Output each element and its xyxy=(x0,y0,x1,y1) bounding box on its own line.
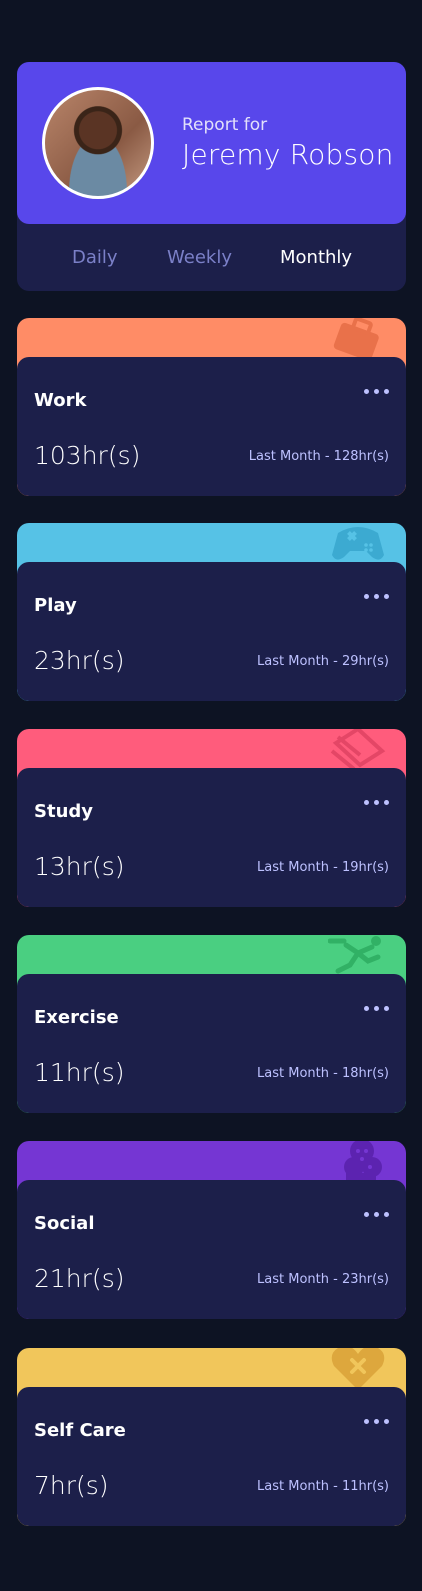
activity-title: Work xyxy=(34,390,87,411)
profile-card: Report for Jeremy Robson Daily Weekly Mo… xyxy=(17,62,406,291)
activity-title: Social xyxy=(34,1213,95,1234)
previous-hours: Last Month - 128hr(s) xyxy=(248,449,389,464)
previous-hours: Last Month - 11hr(s) xyxy=(257,1479,389,1494)
activity-card-self-care: Self Care 7hr(s) Last Month - 11hr(s) xyxy=(17,1348,406,1526)
previous-hours: Last Month - 23hr(s) xyxy=(257,1272,389,1287)
activity-card-work: Work 103hr(s) Last Month - 128hr(s) xyxy=(17,318,406,496)
ellipsis-icon[interactable] xyxy=(364,385,389,397)
ellipsis-icon[interactable] xyxy=(364,1415,389,1427)
tab-monthly[interactable]: Monthly xyxy=(280,247,352,268)
timeframe-tabs: Daily Weekly Monthly xyxy=(17,224,406,291)
activity-body[interactable]: Self Care 7hr(s) Last Month - 11hr(s) xyxy=(17,1387,406,1526)
activity-card-social: Social 21hr(s) Last Month - 23hr(s) xyxy=(17,1141,406,1319)
ellipsis-icon[interactable] xyxy=(364,1208,389,1220)
books-icon xyxy=(330,729,386,771)
previous-hours: Last Month - 29hr(s) xyxy=(257,654,389,669)
profile-header: Report for Jeremy Robson xyxy=(17,62,406,224)
ellipsis-icon[interactable] xyxy=(364,1002,389,1014)
activity-body[interactable]: Exercise 11hr(s) Last Month - 18hr(s) xyxy=(17,974,406,1113)
report-for-label: Report for xyxy=(182,115,268,135)
running-icon xyxy=(328,936,381,974)
chat-icon xyxy=(344,1141,382,1183)
gamepad-icon xyxy=(332,527,384,560)
briefcase-icon xyxy=(333,318,379,360)
current-hours: 11hr(s) xyxy=(34,1058,125,1087)
activity-body[interactable]: Play 23hr(s) Last Month - 29hr(s) xyxy=(17,562,406,701)
ellipsis-icon[interactable] xyxy=(364,590,389,602)
activity-title: Self Care xyxy=(34,1420,126,1441)
previous-hours: Last Month - 19hr(s) xyxy=(257,860,389,875)
ellipsis-icon[interactable] xyxy=(364,796,389,808)
activity-card-play: Play 23hr(s) Last Month - 29hr(s) xyxy=(17,523,406,701)
activity-body[interactable]: Work 103hr(s) Last Month - 128hr(s) xyxy=(17,357,406,496)
current-hours: 103hr(s) xyxy=(34,441,141,470)
tab-weekly[interactable]: Weekly xyxy=(167,247,280,268)
user-name: Jeremy Robson xyxy=(182,138,394,171)
tab-daily[interactable]: Daily xyxy=(72,247,167,268)
current-hours: 13hr(s) xyxy=(34,852,125,881)
heart-icon xyxy=(331,1348,385,1390)
activity-body[interactable]: Study 13hr(s) Last Month - 19hr(s) xyxy=(17,768,406,907)
activity-title: Exercise xyxy=(34,1007,119,1028)
activity-title: Study xyxy=(34,801,94,822)
report-text: Report for Jeremy Robson xyxy=(182,114,394,172)
activity-card-exercise: Exercise 11hr(s) Last Month - 18hr(s) xyxy=(17,935,406,1113)
avatar xyxy=(42,87,154,199)
current-hours: 21hr(s) xyxy=(34,1264,125,1293)
previous-hours: Last Month - 18hr(s) xyxy=(257,1066,389,1081)
current-hours: 23hr(s) xyxy=(34,646,125,675)
activity-body[interactable]: Social 21hr(s) Last Month - 23hr(s) xyxy=(17,1180,406,1319)
current-hours: 7hr(s) xyxy=(34,1471,109,1500)
activity-card-study: Study 13hr(s) Last Month - 19hr(s) xyxy=(17,729,406,907)
activity-title: Play xyxy=(34,595,77,616)
